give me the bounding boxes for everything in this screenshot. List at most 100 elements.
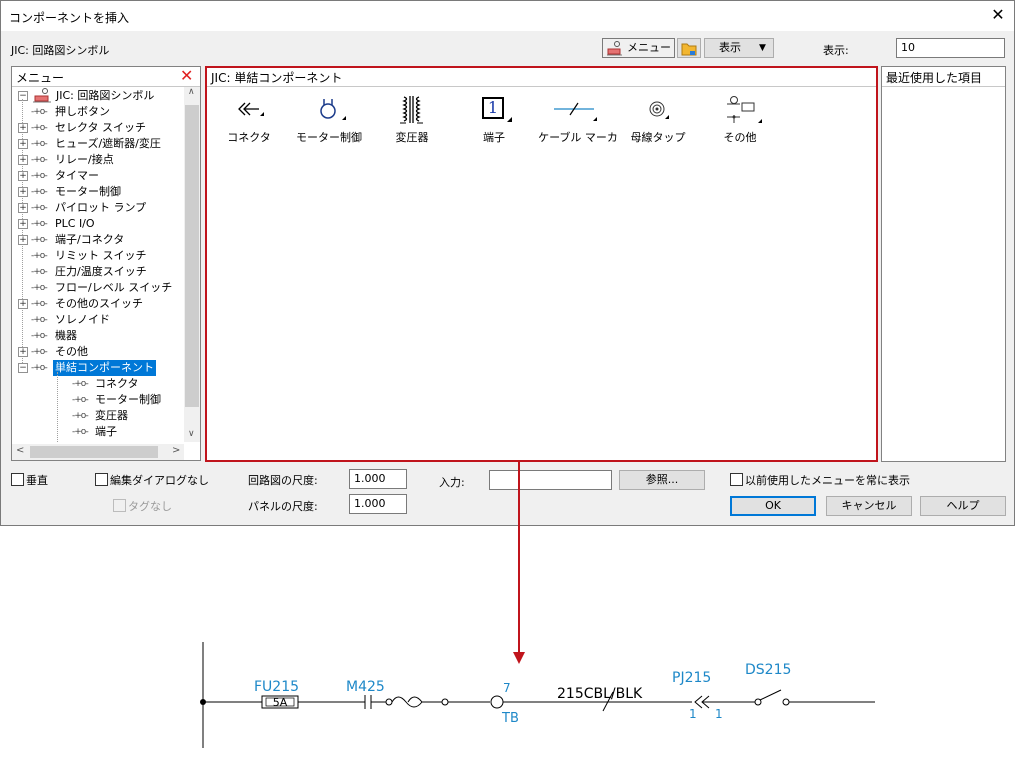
- contact-tag: M425: [346, 679, 385, 695]
- horizontal-scroll-thumb[interactable]: [30, 446, 158, 458]
- component-label: コネクタ: [227, 131, 271, 144]
- panel-divider: [882, 86, 1005, 87]
- view-dropdown-label: 表示: [719, 41, 741, 54]
- scroll-up-icon[interactable]: ∧: [188, 87, 195, 97]
- window-title: コンポーネントを挿入: [9, 11, 130, 25]
- connector-pin-right: 1: [715, 707, 723, 721]
- component-label: 母線タップ: [630, 131, 686, 144]
- component-panel: JIC: 単結コンポーネント コネクタ モーター制御 変圧器 1 端子 ケーブル…: [205, 66, 878, 462]
- chevron-down-icon: ▼: [759, 43, 766, 53]
- tree-child-label: 変圧器: [95, 409, 128, 422]
- menu-button-label: メニュー: [627, 41, 671, 54]
- node-symbol-icon: -+o-: [31, 299, 48, 309]
- overload-symbol: [407, 696, 423, 703]
- component-label: ケーブル マーカ: [538, 131, 618, 144]
- component-misc[interactable]: その他: [700, 93, 780, 153]
- tree-child-label: 端子: [95, 425, 117, 438]
- tree-item-label: PLC I/O: [55, 217, 95, 230]
- expand-icon[interactable]: +: [18, 171, 28, 181]
- tree-item-label: 端子/コネクタ: [55, 233, 125, 246]
- scroll-down-icon[interactable]: ∨: [188, 429, 195, 439]
- horizontal-scrollbar[interactable]: < >: [12, 444, 184, 460]
- expand-icon[interactable]: +: [18, 203, 28, 213]
- recent-items-panel: 最近使用した項目: [881, 66, 1006, 462]
- component-transformer[interactable]: 変圧器: [372, 93, 452, 153]
- tree-item-label: セレクタ スイッチ: [55, 121, 147, 134]
- node-symbol-icon: -+o-: [31, 219, 48, 229]
- component-cable-marker[interactable]: ケーブル マーカ: [536, 93, 618, 153]
- overload-terminal: [441, 698, 449, 706]
- collapse-icon[interactable]: −: [18, 91, 28, 101]
- cable-marker-icon: [554, 102, 597, 121]
- root-symbol-icon: [33, 88, 51, 103]
- menu-panel-title: メニュー: [16, 71, 65, 85]
- component-bus-tap[interactable]: 母線タップ: [618, 93, 698, 153]
- node-symbol-icon: -+o-: [31, 267, 48, 277]
- tree-item-label: フロー/レベル スイッチ: [55, 281, 173, 294]
- tree-item-label: 機器: [55, 329, 77, 342]
- component-terminal[interactable]: 1 端子: [454, 93, 534, 153]
- node-symbol-icon: -+o-: [31, 139, 48, 149]
- recent-panel-title: 最近使用した項目: [886, 71, 983, 85]
- switch-terminal: [782, 698, 790, 706]
- tree-child-label: コネクタ: [95, 377, 139, 390]
- collapse-icon[interactable]: −: [18, 363, 28, 373]
- node-symbol-icon: -+o-: [31, 187, 48, 197]
- expand-icon[interactable]: +: [18, 235, 28, 245]
- component-connector[interactable]: コネクタ: [209, 93, 289, 153]
- vertical-scrollbar[interactable]: ∧ ∨: [184, 87, 200, 442]
- display-count-input[interactable]: 10: [896, 38, 1005, 58]
- expand-icon[interactable]: +: [18, 139, 28, 149]
- folder-icon: [681, 43, 697, 56]
- tree-item-label: その他のスイッチ: [55, 297, 143, 310]
- overload-terminal: [385, 698, 393, 706]
- menu-tree-panel: メニュー ✕ − JIC: 回路図シンボル -+o- 押しボタン + -+o- セレクタ…: [11, 66, 201, 461]
- title-bar: コンポーネントを挿入 ✕: [1, 1, 1014, 31]
- submenu-icon: [507, 117, 512, 122]
- tree-child-label: モーター制御: [95, 393, 161, 406]
- terminal-tag: TB: [501, 711, 519, 726]
- tree-item-label: ソレノイド: [55, 313, 110, 326]
- display-label: 表示:: [823, 44, 849, 57]
- open-folder-button[interactable]: [677, 38, 701, 58]
- scroll-left-icon[interactable]: <: [16, 445, 24, 456]
- node-symbol-icon: -+o-: [31, 251, 48, 261]
- expand-icon[interactable]: +: [18, 123, 28, 133]
- component-panel-title: JIC: 単結コンポーネント: [211, 71, 343, 85]
- menu-button[interactable]: メニュー: [602, 38, 675, 58]
- close-icon[interactable]: ✕: [988, 5, 1008, 25]
- insert-component-dialog: コンポーネントを挿入 ✕ JIC: 回路図シンボル メニュー 表示 ▼ 表示: …: [0, 0, 1015, 526]
- expand-icon[interactable]: +: [18, 187, 28, 197]
- switch-blade: [759, 689, 782, 701]
- tree-item-label: タイマー: [55, 169, 99, 182]
- motor-control-icon: [320, 99, 346, 120]
- expand-icon[interactable]: +: [18, 155, 28, 165]
- tree-item-label: モーター制御: [55, 185, 121, 198]
- node-symbol-icon: -+o-: [31, 107, 48, 117]
- panel-divider: [207, 86, 876, 87]
- scroll-right-icon[interactable]: >: [172, 445, 180, 456]
- vertical-scroll-thumb[interactable]: [185, 105, 199, 407]
- node-symbol-icon: -+o-: [31, 235, 48, 245]
- transformer-icon: [400, 96, 423, 124]
- node-symbol-icon: -+o-: [31, 203, 48, 213]
- component-motor-control[interactable]: モーター制御: [289, 93, 369, 153]
- tree-item-label: リレー/接点: [55, 153, 114, 166]
- expand-icon[interactable]: +: [18, 299, 28, 309]
- expand-icon[interactable]: +: [18, 219, 28, 229]
- expand-icon[interactable]: +: [18, 347, 28, 357]
- library-label: JIC: 回路図シンボル: [11, 44, 110, 57]
- tree-root-label: JIC: 回路図シンボル: [56, 89, 155, 102]
- misc-icon: [727, 96, 762, 123]
- connector-tag: PJ215: [672, 670, 711, 686]
- tree-item-label: リミット スイッチ: [55, 249, 147, 262]
- component-label: 端子: [483, 131, 505, 144]
- tree-item-label: 圧力/温度スイッチ: [55, 265, 147, 278]
- node-symbol-icon: -+o-: [31, 123, 48, 133]
- connector-icon: [238, 102, 264, 116]
- schematic-diagram: 5A FU215 M425 7 TB 215CBL/BLK PJ215 1 1 …: [200, 462, 875, 748]
- tree-guide-line: [57, 372, 58, 442]
- close-menu-icon[interactable]: ✕: [180, 66, 193, 85]
- view-dropdown[interactable]: 表示 ▼: [704, 38, 774, 58]
- component-label: モーター制御: [296, 131, 362, 144]
